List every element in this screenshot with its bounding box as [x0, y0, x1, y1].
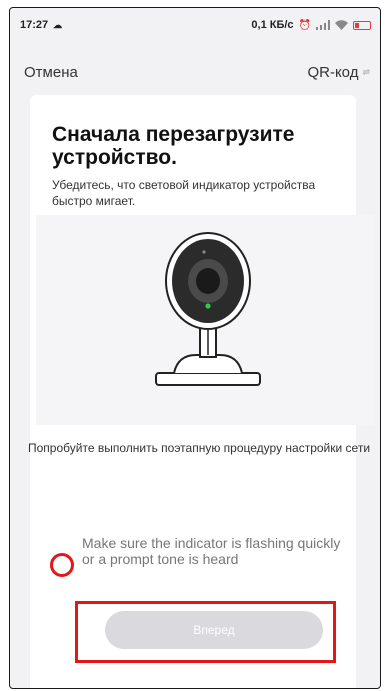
signal-icon	[316, 20, 330, 30]
cloud-icon: ☁	[53, 19, 63, 30]
battery-icon	[353, 20, 371, 30]
status-left: 17:27 ☁	[20, 19, 62, 31]
camera-icon	[155, 232, 261, 386]
indicator-confirm-row[interactable]: Make sure the indicator is flashing quic…	[50, 535, 360, 577]
instruction-card: Сначала перезагрузите устройство. Убедит…	[28, 95, 374, 688]
top-bar: Отмена QR-код ⇌	[10, 52, 380, 92]
cancel-button[interactable]: Отмена	[24, 64, 78, 81]
wifi-icon	[335, 20, 348, 30]
status-time: 17:27	[20, 19, 49, 31]
confirm-checkbox[interactable]	[50, 553, 74, 577]
network-tip[interactable]: Попробуйте выполнить поэтапную процедуру…	[28, 440, 374, 457]
net-speed: 0,1 КБ/с	[251, 19, 294, 31]
next-button[interactable]: Вперед	[105, 611, 323, 649]
status-right: 0,1 КБ/с ⏰	[251, 19, 371, 31]
status-bar: 17:27 ☁ 0,1 КБ/с ⏰	[10, 8, 380, 42]
confirm-checkbox-label: Make sure the indicator is flashing quic…	[82, 535, 341, 567]
chevron-down-icon: ⇌	[362, 66, 370, 77]
qr-code-button[interactable]: QR-код ⇌	[307, 64, 370, 81]
page-subtitle: Убедитесь, что световой индикатор устрой…	[52, 178, 316, 208]
qr-code-label: QR-код	[307, 63, 359, 81]
camera-illustration	[36, 215, 374, 425]
phone-frame: 17:27 ☁ 0,1 КБ/с ⏰ Отмена QR-код ⇌ Снача…	[9, 7, 381, 689]
alarm-icon: ⏰	[298, 19, 311, 31]
page-title: Сначала перезагрузите устройство.	[52, 123, 295, 169]
